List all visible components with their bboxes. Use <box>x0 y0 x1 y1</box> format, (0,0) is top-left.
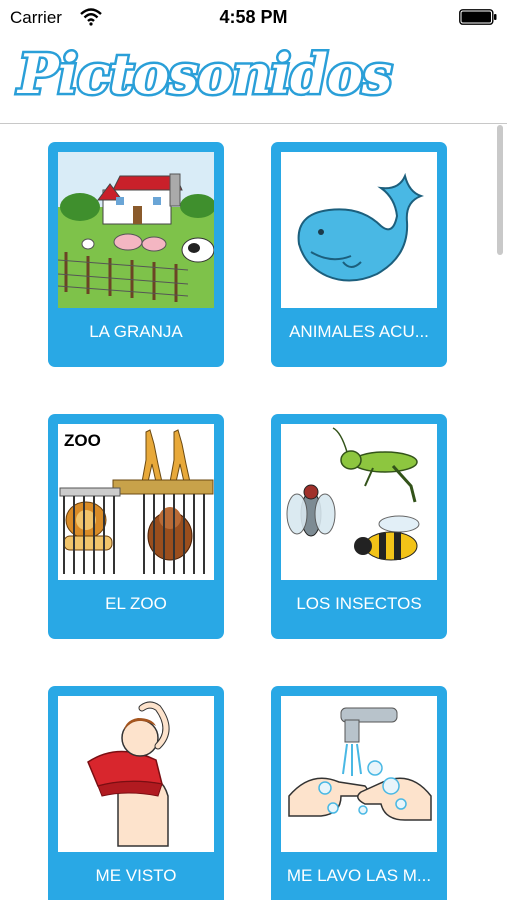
farm-icon <box>58 152 214 308</box>
whale-icon <box>281 152 437 308</box>
card-label: ME LAVO LAS M... <box>286 866 432 885</box>
battery-icon <box>459 9 497 25</box>
clock: 4:58 PM <box>219 7 288 27</box>
card-la-granja[interactable]: LA GRANJA <box>48 142 224 367</box>
dressing-icon <box>58 696 214 852</box>
zoo-sign-text: ZOO <box>64 431 101 450</box>
card-los-insectos[interactable]: LOS INSECTOS <box>271 414 447 639</box>
card-label: LOS INSECTOS <box>296 594 422 613</box>
card-label: ME VISTO <box>95 866 177 885</box>
category-grid[interactable]: LA GRANJA ANIMALES ACU... ZOO EL ZOO LOS… <box>0 125 507 900</box>
card-me-visto[interactable]: ME VISTO <box>48 686 224 900</box>
insects-icon <box>281 424 437 580</box>
card-animales-acuaticos[interactable]: ANIMALES ACU... <box>271 142 447 367</box>
status-bar: Carrier 4:58 PM <box>0 0 507 36</box>
card-label: EL ZOO <box>105 594 167 613</box>
hand-washing-icon <box>281 696 437 852</box>
card-label: LA GRANJA <box>89 322 183 341</box>
zoo-icon: ZOO <box>58 424 214 580</box>
card-me-lavo-las-manos[interactable]: ME LAVO LAS M... <box>271 686 447 900</box>
scrollbar[interactable] <box>497 125 503 255</box>
card-label: ANIMALES ACU... <box>289 322 429 341</box>
app-logo: Pictosonidos <box>18 42 392 106</box>
app-header: Pictosonidos Pictosonidos <box>0 36 507 124</box>
card-el-zoo[interactable]: ZOO EL ZOO <box>48 414 224 639</box>
